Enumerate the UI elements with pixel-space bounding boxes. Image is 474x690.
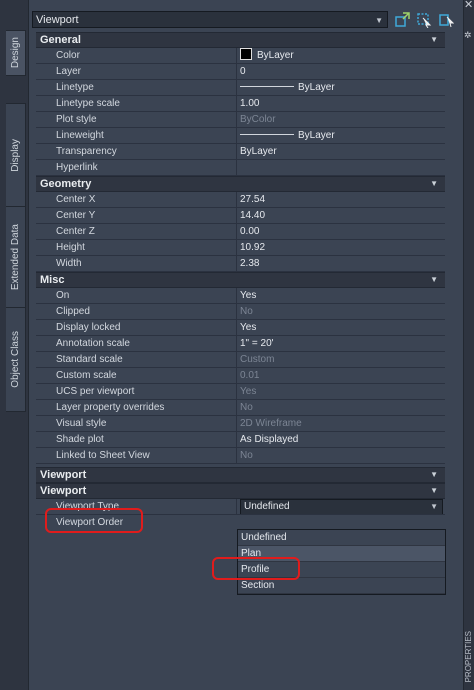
property-row-center-y[interactable]: Center Y 14.40	[36, 208, 445, 224]
property-row-linked-to-sheet-view[interactable]: Linked to Sheet View No	[36, 448, 445, 464]
property-row-on[interactable]: On Yes	[36, 288, 445, 304]
close-icon[interactable]: ✕	[464, 0, 473, 11]
section-geometry[interactable]: Geometry ▼	[36, 176, 445, 192]
property-grid: General ▼ Color ByLayer Layer 0 Linetype ByL…	[36, 32, 445, 531]
property-row-visual-style[interactable]: Visual style 2D Wireframe	[36, 416, 445, 432]
linetype-preview-icon	[240, 86, 294, 87]
highlight-profile-option	[212, 557, 300, 580]
property-row-center-x[interactable]: Center X 27.54	[36, 192, 445, 208]
chevron-down-icon[interactable]: ▼	[430, 275, 438, 284]
section-misc[interactable]: Misc ▼	[36, 272, 445, 288]
chevron-down-icon: ▼	[430, 502, 438, 511]
property-row-layer-property-overrides[interactable]: Layer property overrides No	[36, 400, 445, 416]
tab-display[interactable]: Display	[6, 103, 26, 207]
property-row-clipped[interactable]: Clipped No	[36, 304, 445, 320]
quick-select-icon[interactable]	[394, 12, 410, 28]
chevron-down-icon[interactable]: ▼	[430, 179, 438, 188]
selection-toolbar: Viewport ▼	[30, 8, 474, 30]
property-row-annotation-scale[interactable]: Annotation scale 1" = 20'	[36, 336, 445, 352]
property-row-plot-style[interactable]: Plot style ByColor	[36, 112, 445, 128]
toggle-pickadd-icon[interactable]	[438, 12, 454, 28]
property-row-color[interactable]: Color ByLayer	[36, 48, 445, 64]
tab-extended-data[interactable]: Extended Data	[6, 206, 26, 308]
property-row-shade-plot[interactable]: Shade plot As Displayed	[36, 432, 445, 448]
color-swatch-icon	[240, 48, 252, 60]
property-row-linetype-scale[interactable]: Linetype scale 1.00	[36, 96, 445, 112]
property-row-transparency[interactable]: Transparency ByLayer	[36, 144, 445, 160]
property-row-linetype[interactable]: Linetype ByLayer	[36, 80, 445, 96]
tab-design[interactable]: Design	[6, 30, 26, 76]
object-type-label: Viewport	[36, 14, 79, 26]
option-section[interactable]: Section	[238, 578, 445, 594]
object-type-select[interactable]: Viewport ▼	[32, 11, 388, 28]
viewport-type-select[interactable]: Undefined ▼	[240, 499, 443, 514]
property-row-hyperlink[interactable]: Hyperlink	[36, 160, 445, 176]
property-row-lineweight[interactable]: Lineweight ByLayer	[36, 128, 445, 144]
highlight-viewport-type	[45, 508, 143, 533]
select-objects-icon[interactable]	[416, 12, 432, 28]
property-row-layer[interactable]: Layer 0	[36, 64, 445, 80]
lineweight-preview-icon	[240, 134, 294, 135]
section-viewport-civil[interactable]: Viewport ▼	[36, 483, 445, 499]
option-undefined[interactable]: Undefined	[238, 530, 445, 546]
property-row-height[interactable]: Height 10.92	[36, 240, 445, 256]
property-row-standard-scale[interactable]: Standard scale Custom	[36, 352, 445, 368]
chevron-down-icon: ▼	[375, 16, 383, 25]
settings-icon[interactable]: ✲	[464, 30, 472, 41]
property-row-center-z[interactable]: Center Z 0.00	[36, 224, 445, 240]
palette-title-strip: ✕ ✲ PROPERTIES	[463, 0, 474, 690]
property-row-width[interactable]: Width 2.38	[36, 256, 445, 272]
chevron-down-icon[interactable]: ▼	[430, 35, 438, 44]
chevron-down-icon[interactable]: ▼	[430, 486, 438, 495]
chevron-down-icon[interactable]: ▼	[430, 470, 438, 479]
palette-title: PROPERTIES	[464, 630, 473, 682]
section-viewport[interactable]: Viewport ▼	[36, 467, 445, 483]
property-row-display-locked[interactable]: Display locked Yes	[36, 320, 445, 336]
property-row-ucs-per-viewport[interactable]: UCS per viewport Yes	[36, 384, 445, 400]
section-general[interactable]: General ▼	[36, 32, 445, 48]
tab-object-class[interactable]: Object Class	[6, 307, 26, 412]
property-row-custom-scale[interactable]: Custom scale 0.01	[36, 368, 445, 384]
side-tab-strip: Design Display Extended Data Object Clas…	[0, 0, 29, 690]
